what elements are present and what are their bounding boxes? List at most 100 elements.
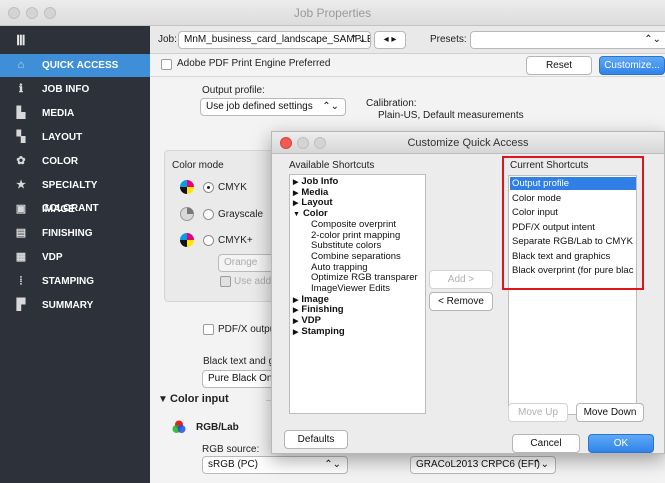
dialog-minimize-button[interactable] bbox=[297, 137, 309, 149]
presets-select[interactable]: ⌃⌄ bbox=[470, 31, 665, 49]
highlight-annotation-box bbox=[502, 156, 644, 290]
zoom-window-button[interactable] bbox=[44, 7, 56, 19]
sidebar-item-label: COLOR bbox=[42, 156, 79, 167]
tree-node[interactable]: ImageViewer Edits bbox=[311, 283, 390, 294]
dialog-close-button[interactable] bbox=[280, 137, 292, 149]
close-window-button[interactable] bbox=[8, 7, 20, 19]
available-shortcuts-label: Available Shortcuts bbox=[289, 160, 375, 171]
customize-button[interactable]: Customize... bbox=[599, 56, 665, 75]
select-arrows-icon: ⌃⌄ bbox=[644, 34, 661, 45]
job-navigation-stepper[interactable]: ◂ ▸ bbox=[374, 31, 406, 49]
tree-node[interactable]: ▶ Stamping bbox=[293, 326, 345, 337]
remove-button[interactable]: < Remove bbox=[429, 292, 493, 311]
disclosure-open-icon[interactable]: ▼ bbox=[293, 211, 300, 218]
sidebar-item-label: FINISHING bbox=[42, 228, 93, 239]
summary-icon: ▛ bbox=[16, 299, 26, 311]
window-titlebar: Job Properties bbox=[0, 0, 665, 26]
sidebar-item-quick-access[interactable]: ⌂ QUICK ACCESS bbox=[0, 54, 150, 77]
sidebar-item-image[interactable]: ▣ IMAGE bbox=[0, 198, 150, 221]
tree-node[interactable]: ▶ Media bbox=[293, 187, 328, 198]
tree-node[interactable]: ▶ Finishing bbox=[293, 304, 344, 315]
defaults-button[interactable]: Defaults bbox=[284, 430, 348, 449]
collapse-sidebar-icon[interactable]: Ⅲ bbox=[16, 32, 27, 49]
tree-node[interactable]: ▶ VDP bbox=[293, 315, 321, 326]
sidebar-item-media[interactable]: ▙ MEDIA bbox=[0, 102, 150, 125]
disclosure-closed-icon[interactable]: ▶ bbox=[293, 190, 298, 197]
reset-button[interactable]: Reset bbox=[526, 56, 592, 75]
cmyk-radio[interactable] bbox=[203, 182, 214, 193]
media-icon: ▙ bbox=[16, 107, 26, 119]
sidebar-item-vdp[interactable]: ▦ VDP bbox=[0, 246, 150, 269]
layout-icon: ▚ bbox=[16, 131, 26, 143]
cmyk-plus-radio[interactable] bbox=[203, 235, 214, 246]
tree-node[interactable]: Auto trapping bbox=[311, 262, 368, 273]
cmyk-plus-label: CMYK+ bbox=[218, 235, 253, 246]
job-label: Job: bbox=[158, 34, 177, 45]
cancel-button[interactable]: Cancel bbox=[512, 434, 580, 453]
tree-node[interactable]: ▶ Layout bbox=[293, 197, 333, 208]
tree-node[interactable]: ▼ Color bbox=[293, 208, 328, 219]
orange-select: Orange bbox=[218, 254, 278, 272]
tree-node-label: 2-color print mapping bbox=[311, 229, 401, 241]
move-down-button[interactable]: Move Down bbox=[576, 403, 644, 422]
tree-node-label: Finishing bbox=[301, 304, 344, 316]
pdfx-output-checkbox[interactable] bbox=[203, 324, 214, 335]
next-job-icon[interactable]: ▸ bbox=[391, 34, 396, 45]
sidebar-item-label: LAYOUT bbox=[42, 132, 83, 143]
tree-node[interactable]: Combine separations bbox=[311, 251, 401, 262]
tree-node-label: VDP bbox=[301, 315, 321, 327]
sidebar-item-label: IMAGE bbox=[42, 204, 75, 215]
disclosure-closed-icon[interactable]: ▶ bbox=[293, 179, 298, 186]
sidebar: Ⅲ ⌂ QUICK ACCESS ℹ JOB INFO ▙ MEDIA ▚ LAYOUT ✿ CO… bbox=[0, 26, 150, 483]
tree-node[interactable]: ▶ Image bbox=[293, 294, 329, 305]
black-text-select[interactable]: Pure Black On bbox=[202, 370, 282, 388]
divider bbox=[150, 76, 665, 77]
available-shortcuts-tree[interactable]: ▶ Job Info ▶ Media ▶ Layout ▼ Color Composite ov… bbox=[289, 174, 426, 414]
previous-job-icon[interactable]: ◂ bbox=[384, 34, 389, 45]
dialog-titlebar: Customize Quick Access bbox=[272, 132, 664, 154]
ok-button[interactable]: OK bbox=[588, 434, 654, 453]
tree-node[interactable]: Composite overprint bbox=[311, 219, 396, 230]
use-additional-checkbox bbox=[220, 276, 231, 287]
minimize-window-button[interactable] bbox=[26, 7, 38, 19]
tree-node[interactable]: 2-color print mapping bbox=[311, 230, 400, 241]
gracol-select[interactable]: GRACoL2013 CRPC6 (EFI) ⌃⌄ bbox=[410, 456, 556, 474]
disclosure-closed-icon[interactable]: ▶ bbox=[293, 329, 298, 336]
sidebar-item-label: MEDIA bbox=[42, 108, 75, 119]
disclosure-closed-icon[interactable]: ▶ bbox=[293, 297, 298, 304]
output-profile-label: Output profile: bbox=[202, 85, 265, 96]
sidebar-item-color[interactable]: ✿ COLOR bbox=[0, 150, 150, 173]
tree-node[interactable]: ▶ Job Info bbox=[293, 176, 338, 187]
disclosure-closed-icon[interactable]: ▶ bbox=[293, 318, 298, 325]
sidebar-item-summary[interactable]: ▛ SUMMARY bbox=[0, 294, 150, 317]
sidebar-item-layout[interactable]: ▚ LAYOUT bbox=[0, 126, 150, 149]
window-title: Job Properties bbox=[293, 6, 372, 20]
job-select[interactable]: MnM_business_card_landscape_SAMPLE.pdf ⌃… bbox=[178, 31, 371, 49]
tree-node-label: Auto trapping bbox=[311, 261, 368, 273]
dialog-zoom-button[interactable] bbox=[314, 137, 326, 149]
sidebar-item-job-info[interactable]: ℹ JOB INFO bbox=[0, 78, 150, 101]
adobe-pdf-engine-checkbox[interactable] bbox=[161, 59, 172, 70]
color-input-disclosure-icon[interactable]: ▼ bbox=[158, 394, 168, 405]
color-input-heading: Color input bbox=[170, 393, 229, 405]
add-button[interactable]: Add > bbox=[429, 270, 493, 289]
sidebar-item-finishing[interactable]: ▤ FINISHING bbox=[0, 222, 150, 245]
select-arrows-icon: ⌃⌄ bbox=[532, 459, 549, 470]
tree-node-label: Optimize RGB transparer bbox=[311, 272, 418, 284]
disclosure-closed-icon[interactable]: ▶ bbox=[293, 307, 298, 314]
sidebar-item-stamping[interactable]: ⦙ STAMPING bbox=[0, 270, 150, 293]
grayscale-radio[interactable] bbox=[203, 209, 214, 220]
move-up-button[interactable]: Move Up bbox=[508, 403, 568, 422]
disclosure-closed-icon[interactable]: ▶ bbox=[293, 200, 298, 207]
cmyk-label: CMYK bbox=[218, 182, 247, 193]
tree-node-label: Job Info bbox=[301, 176, 339, 187]
rgb-source-label: RGB source: bbox=[202, 444, 260, 455]
vdp-icon: ▦ bbox=[15, 251, 27, 263]
output-profile-select[interactable]: Use job defined settings ⌃⌄ bbox=[200, 98, 346, 116]
pdfx-output-label: PDF/X output bbox=[218, 324, 279, 335]
tree-node[interactable]: Optimize RGB transparer bbox=[311, 272, 418, 283]
adobe-pdf-engine-label: Adobe PDF Print Engine Preferred bbox=[177, 58, 331, 69]
sidebar-item-specialty-colorant[interactable]: ★ SPECIALTY COLORANT bbox=[0, 174, 150, 214]
tree-node[interactable]: Substitute colors bbox=[311, 240, 381, 251]
rgb-source-select[interactable]: sRGB (PC) ⌃⌄ bbox=[202, 456, 348, 474]
